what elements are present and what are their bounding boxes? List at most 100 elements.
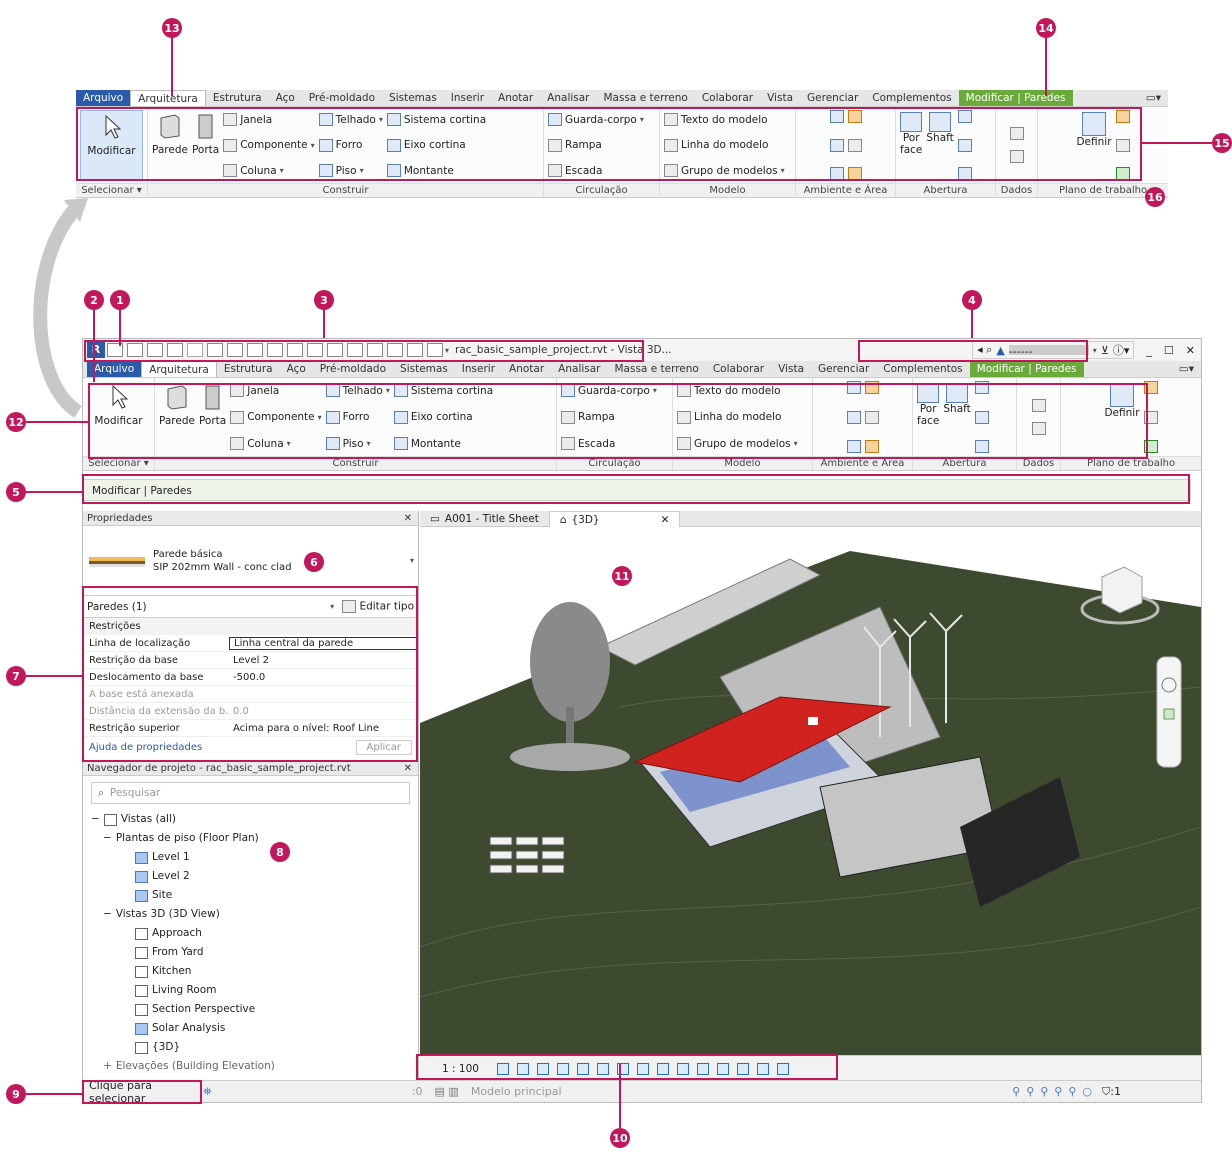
- app-tab-anotar[interactable]: Anotar: [502, 361, 551, 377]
- app-tab-sistemas[interactable]: Sistemas: [393, 361, 455, 377]
- view-tab-3d[interactable]: ⌂ {3D} ✕: [548, 511, 681, 527]
- design-options-icon[interactable]: ▤ ▥: [435, 1085, 459, 1098]
- callout-15: 15: [1212, 133, 1232, 153]
- tree-view-label: Site: [152, 889, 173, 901]
- ribbon-tabs: Arquivo Arquitetura Estrutura Aço Pré-mo…: [76, 90, 1168, 106]
- tab-estrutura[interactable]: Estrutura: [206, 90, 269, 106]
- callout-3: 3: [314, 290, 334, 310]
- app-ribbon-tabs: Arquivo Arquitetura Estrutura Aço Pré-mo…: [83, 361, 1201, 377]
- 3d-house-icon: ⌂: [559, 513, 567, 526]
- view-icon: [135, 984, 148, 997]
- tree-view-label: Approach: [152, 927, 202, 939]
- callout-4: 4: [962, 290, 982, 310]
- callout-5: 5: [6, 482, 26, 502]
- tab-gerenciar[interactable]: Gerenciar: [800, 90, 865, 106]
- cart-icon[interactable]: ⊻: [1101, 344, 1109, 357]
- tab-vista[interactable]: Vista: [760, 90, 800, 106]
- tree-view-item[interactable]: Solar Analysis: [91, 1019, 418, 1038]
- app-tab-arquivo[interactable]: Arquivo: [87, 361, 142, 377]
- panel-title-modelo: Modelo: [660, 183, 795, 197]
- navigation-bar[interactable]: [1156, 656, 1182, 768]
- maximize-icon[interactable]: ☐: [1164, 344, 1174, 357]
- filter-count: :1: [1110, 1085, 1121, 1098]
- view-icon: [135, 965, 148, 978]
- panel-title-dados: Dados: [996, 183, 1037, 197]
- tree-view-item[interactable]: Section Perspective: [91, 1000, 418, 1019]
- help-icon[interactable]: ⓘ▾: [1113, 342, 1130, 358]
- tab-aco[interactable]: Aço: [269, 90, 302, 106]
- tree-view-item[interactable]: Living Room: [91, 981, 418, 1000]
- selection-options-icons[interactable]: ⚲⚲⚲⚲⚲○: [1012, 1085, 1098, 1098]
- minimize-icon[interactable]: _: [1146, 344, 1152, 357]
- callout-14: 14: [1036, 18, 1056, 38]
- user-dropdown-icon[interactable]: ▾: [1093, 346, 1097, 355]
- type-name: SIP 202mm Wall - conc clad: [153, 561, 292, 573]
- properties-title-bar: Propriedades ✕: [83, 511, 418, 526]
- close-tab-icon[interactable]: ✕: [661, 514, 670, 526]
- type-family: Parede básica: [153, 548, 223, 560]
- tree-view-item[interactable]: Level 1: [91, 848, 418, 867]
- transition-arrow: [33, 198, 88, 418]
- wall-type-preview-icon: [89, 556, 145, 567]
- panel-title-ambiente-area[interactable]: Ambiente e Área: [796, 183, 895, 197]
- tab-analisar[interactable]: Analisar: [540, 90, 596, 106]
- callout-13: 13: [162, 18, 182, 38]
- app-tab-pre-moldado[interactable]: Pré-moldado: [313, 361, 393, 377]
- view-icon: [135, 927, 148, 940]
- app-ribbon-minimize-icon[interactable]: ▭▾: [1172, 361, 1201, 377]
- app-tab-analisar[interactable]: Analisar: [551, 361, 607, 377]
- panel-title-construir: Construir: [148, 183, 543, 197]
- tab-arquitetura[interactable]: Arquitetura: [130, 90, 206, 106]
- close-browser-icon[interactable]: ✕: [404, 761, 412, 775]
- tree-vistas[interactable]: − Vistas (all): [91, 810, 418, 829]
- tab-inserir[interactable]: Inserir: [444, 90, 491, 106]
- tree-view-item[interactable]: Level 2: [91, 867, 418, 886]
- app-tab-complementos[interactable]: Complementos: [876, 361, 969, 377]
- view-icon: [135, 889, 148, 902]
- drawing-area[interactable]: ▭ A001 - Title Sheet ⌂ {3D} ✕ 1: 100: [420, 511, 1201, 1081]
- tree-view-item[interactable]: Kitchen: [91, 962, 418, 981]
- tab-massa-terreno[interactable]: Massa e terreno: [597, 90, 695, 106]
- tree-elevations[interactable]: + Elevações (Building Elevation): [91, 1057, 418, 1076]
- app-tab-vista[interactable]: Vista: [771, 361, 811, 377]
- tab-complementos[interactable]: Complementos: [865, 90, 958, 106]
- view-icon: [135, 1041, 148, 1054]
- app-tab-massa-terreno[interactable]: Massa e terreno: [608, 361, 706, 377]
- view-tab-sheet[interactable]: ▭ A001 - Title Sheet: [420, 511, 549, 527]
- tree-view-item[interactable]: {3D}: [91, 1038, 418, 1057]
- browser-search[interactable]: ⌕ Pesquisar: [91, 782, 410, 804]
- tree-view-item[interactable]: Site: [91, 886, 418, 905]
- tab-colaborar[interactable]: Colaborar: [695, 90, 760, 106]
- status-bar: Clique para selecionar ⛯ :0 ▤ ▥ Modelo p…: [83, 1079, 1201, 1105]
- tab-arquivo[interactable]: Arquivo: [76, 90, 131, 106]
- tree-view-label: Living Room: [152, 984, 217, 996]
- tree-3d-views[interactable]: − Vistas 3D (3D View): [91, 905, 418, 924]
- tree-view-label: Solar Analysis: [152, 1022, 226, 1034]
- tab-sistemas[interactable]: Sistemas: [382, 90, 444, 106]
- worksets-icon[interactable]: ⛯: [203, 1085, 212, 1099]
- tree-view-label: Level 2: [152, 870, 190, 882]
- app-tab-arquitetura[interactable]: Arquitetura: [141, 361, 217, 377]
- project-tree: − Vistas (all) − Plantas de piso (Floor Pl…: [83, 810, 418, 1076]
- app-tab-inserir[interactable]: Inserir: [455, 361, 502, 377]
- 3d-model-view[interactable]: [420, 527, 1201, 1055]
- tree-floor-plans[interactable]: − Plantas de piso (Floor Plan): [91, 829, 418, 848]
- close-properties-icon[interactable]: ✕: [404, 511, 412, 525]
- filter-icon[interactable]: ⛉: [1102, 1085, 1110, 1099]
- app-tab-aco[interactable]: Aço: [280, 361, 313, 377]
- app-tab-colaborar[interactable]: Colaborar: [706, 361, 771, 377]
- status-zero: :0: [411, 1085, 423, 1098]
- tab-modificar-paredes[interactable]: Modificar | Paredes: [958, 90, 1073, 106]
- tab-anotar[interactable]: Anotar: [491, 90, 540, 106]
- app-tab-estrutura[interactable]: Estrutura: [217, 361, 280, 377]
- close-window-icon[interactable]: ✕: [1186, 344, 1195, 357]
- type-dropdown-icon[interactable]: ▾: [410, 556, 414, 565]
- app-tab-modificar-paredes[interactable]: Modificar | Paredes: [969, 361, 1084, 377]
- tree-view-item[interactable]: Approach: [91, 924, 418, 943]
- ribbon-minimize-icon[interactable]: ▭▾: [1139, 90, 1168, 106]
- app-tab-gerenciar[interactable]: Gerenciar: [811, 361, 876, 377]
- tab-pre-moldado[interactable]: Pré-moldado: [302, 90, 382, 106]
- tree-view-item[interactable]: From Yard: [91, 943, 418, 962]
- status-model[interactable]: Modelo principal: [471, 1085, 651, 1098]
- search-icon: ⌕: [98, 786, 104, 799]
